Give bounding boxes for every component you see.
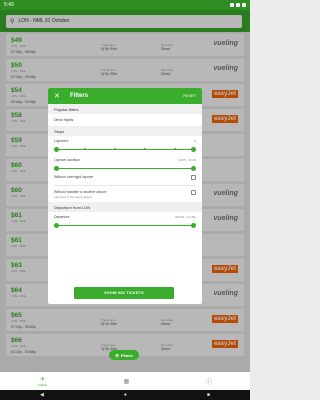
layover-duration-min-handle[interactable] xyxy=(54,165,59,171)
layovers-max-handle[interactable] xyxy=(191,146,196,152)
departure-heading: Departure from LON xyxy=(48,202,202,212)
without-transfer-label: Without transfer to another airport xyxy=(54,190,107,194)
without-transfer-subtext: Layovers in the same airport xyxy=(54,195,92,199)
stops-heading: Stops xyxy=(48,126,202,136)
layover-duration-slider[interactable] xyxy=(54,165,196,171)
status-icons xyxy=(230,3,246,7)
filters-dialog: ✕ Filters RESET Popular filters Direct f… xyxy=(48,88,202,304)
without-overnight-option[interactable]: Without overnight layover xyxy=(48,171,202,185)
info-icon: ⓘ xyxy=(205,379,212,386)
reset-button[interactable]: RESET xyxy=(183,94,196,98)
filters-header: ✕ Filters RESET xyxy=(48,88,202,104)
nav-flights[interactable]: ✈ Flights xyxy=(38,376,47,387)
layovers-min-handle[interactable] xyxy=(54,146,59,152)
without-transfer-text: Without transfer to another airport Layo… xyxy=(54,190,106,199)
layovers-tick xyxy=(174,148,176,150)
recents-icon[interactable]: ■ xyxy=(207,392,210,398)
bottom-nav: ✈ Flights ▦ ⓘ xyxy=(0,372,250,390)
status-time: 5:49 xyxy=(4,2,14,8)
status-bar: 5:49 xyxy=(0,0,250,10)
departure-min-handle[interactable] xyxy=(54,222,59,228)
system-nav: ◀ ● ■ xyxy=(0,390,250,400)
layover-duration-row: Layover duration 00:55 - 25:15 xyxy=(48,155,202,165)
layovers-tick xyxy=(114,148,116,150)
direct-flights-option[interactable]: Direct flights xyxy=(48,114,202,126)
filter-icon: ☰ xyxy=(115,352,119,358)
show-tickets-button[interactable]: SHOW 683 TICKETS xyxy=(74,287,174,299)
without-transfer-checkbox[interactable] xyxy=(191,190,196,195)
departure-row: Departure 05:00a - 11:45p xyxy=(48,212,202,222)
layover-duration-max-handle[interactable] xyxy=(191,165,196,171)
layovers-tick xyxy=(144,148,146,150)
home-icon[interactable]: ● xyxy=(124,392,127,398)
filters-fab[interactable]: ☰ Filters xyxy=(109,350,139,360)
without-overnight-label: Without overnight layover xyxy=(54,175,94,179)
layovers-label: Layovers xyxy=(54,139,69,143)
bed-icon: ▦ xyxy=(123,378,130,385)
layovers-value: 0 xyxy=(194,139,196,143)
popular-filters-heading: Popular filters xyxy=(48,104,202,114)
without-overnight-checkbox[interactable] xyxy=(191,175,196,180)
departure-value: 05:00a - 11:45p xyxy=(175,215,196,219)
departure-max-handle[interactable] xyxy=(191,222,196,228)
layover-duration-track xyxy=(55,167,195,169)
nav-hotels[interactable]: ▦ xyxy=(124,378,130,385)
layover-duration-value: 00:55 - 25:15 xyxy=(178,158,196,162)
departure-track xyxy=(55,224,195,226)
battery-icon xyxy=(242,3,246,7)
wifi-icon xyxy=(230,3,234,7)
nav-info[interactable]: ⓘ xyxy=(206,377,212,386)
signal-icon xyxy=(236,3,240,7)
layovers-slider[interactable] xyxy=(54,146,196,152)
layover-duration-label: Layover duration xyxy=(54,158,81,162)
filters-title: Filters xyxy=(70,93,89,99)
layovers-row: Layovers 0 xyxy=(48,136,202,146)
layovers-tick xyxy=(84,148,86,150)
plane-icon: ✈ xyxy=(40,376,46,383)
back-icon[interactable]: ◀ xyxy=(40,392,44,398)
close-icon[interactable]: ✕ xyxy=(54,92,64,100)
filters-fab-label: Filters xyxy=(120,352,133,358)
nav-flights-label: Flights xyxy=(38,382,48,387)
departure-label: Departure xyxy=(54,215,70,219)
departure-slider[interactable] xyxy=(54,222,196,228)
without-transfer-option[interactable]: Without transfer to another airport Layo… xyxy=(48,186,202,202)
